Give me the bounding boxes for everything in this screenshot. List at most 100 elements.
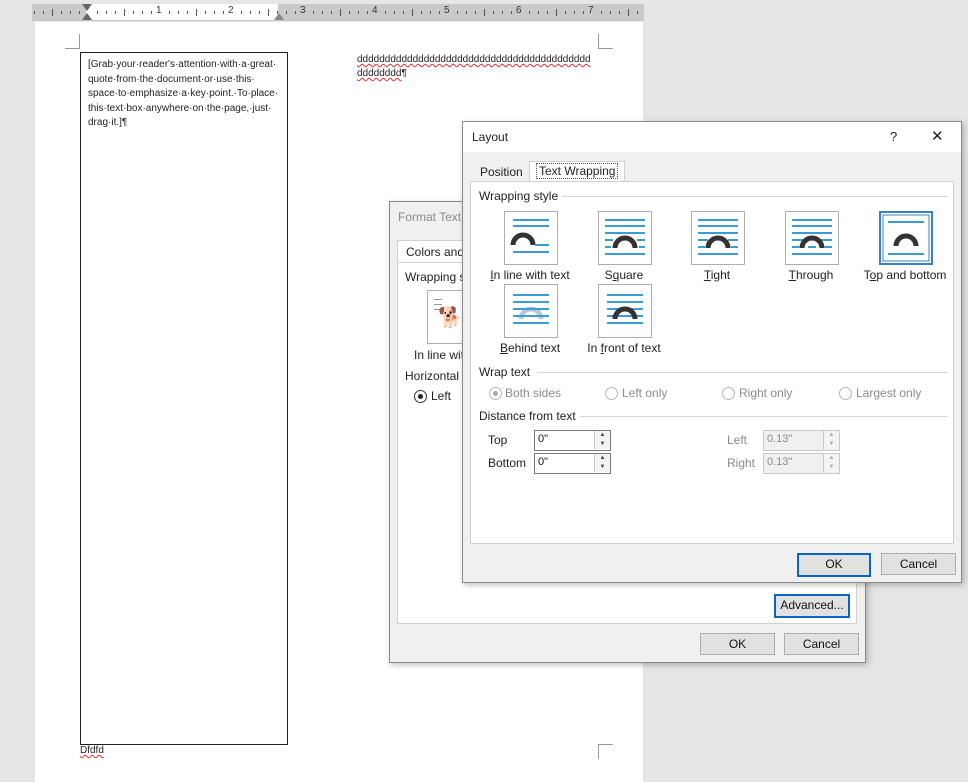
- group-divider: [577, 416, 947, 417]
- inline-wrap-icon: [510, 219, 549, 253]
- largest-only-radio[interactable]: [839, 387, 852, 400]
- wrap-through-label: Through: [788, 268, 834, 282]
- bottom-distance-spinner[interactable]: 0" ▲ ▼: [534, 453, 611, 474]
- wrap-inline-option[interactable]: [504, 211, 558, 265]
- ruler-tick: [601, 11, 602, 14]
- right-indent-marker[interactable]: [274, 13, 284, 20]
- top-distance-value[interactable]: 0": [538, 433, 548, 445]
- ruler-tick: [457, 11, 458, 14]
- ruler-tick: [61, 11, 62, 14]
- tab-colors-and-lines[interactable]: Colors and: [398, 242, 473, 263]
- ruler-number: 7: [588, 5, 594, 16]
- wrapping-style-label: Wrapping s: [405, 270, 466, 284]
- ruler-number: 3: [300, 5, 306, 16]
- ruler-tick: [124, 9, 125, 16]
- cancel-button[interactable]: Cancel: [784, 633, 859, 655]
- ruler-tick: [214, 11, 215, 14]
- misspelled-word[interactable]: dddddddd: [357, 68, 402, 79]
- ok-button[interactable]: OK: [797, 553, 871, 577]
- first-line-indent-marker[interactable]: [82, 4, 92, 11]
- left-distance-value[interactable]: 0.13": [767, 433, 792, 445]
- ruler-tick: [466, 11, 467, 14]
- ruler-tick: [583, 11, 584, 14]
- ruler-tick: [151, 11, 152, 14]
- spin-down-icon[interactable]: ▼: [823, 440, 839, 449]
- spin-up-icon[interactable]: ▲: [823, 454, 839, 463]
- spin-up-icon[interactable]: ▲: [823, 431, 839, 440]
- document-footer-line[interactable]: Dfdfd: [80, 745, 104, 756]
- dialog-title: Format Text: [398, 210, 462, 224]
- wrap-top-and-bottom-label: Top and bottom: [863, 268, 947, 282]
- right-only-radio[interactable]: [722, 387, 735, 400]
- cancel-button[interactable]: Cancel: [881, 553, 956, 575]
- ruler-tick: [511, 11, 512, 14]
- wrap-top-and-bottom-option[interactable]: [879, 211, 933, 265]
- ruler-tick: [484, 9, 485, 16]
- ruler-tick: [115, 11, 116, 14]
- ruler-tick: [529, 11, 530, 14]
- ruler-tick: [196, 9, 197, 16]
- pull-quote-text-box[interactable]: [Grab·your·reader's·attention·with·a·gre…: [80, 52, 288, 745]
- wrap-behind-text-option[interactable]: [504, 284, 558, 338]
- spin-down-icon[interactable]: ▼: [594, 463, 610, 472]
- left-distance-label: Left: [727, 433, 748, 447]
- bottom-distance-value[interactable]: 0": [538, 456, 548, 468]
- inline-wrap-label: In line wit: [414, 348, 465, 362]
- both-sides-label: Both sides: [505, 386, 562, 400]
- ruler-tick: [331, 11, 332, 14]
- group-divider: [551, 196, 947, 197]
- ruler-tick: [187, 11, 188, 14]
- ruler-tick: [286, 11, 287, 14]
- horizontal-alignment-label: Horizontal: [405, 369, 460, 383]
- ruler-left-margin: [32, 4, 86, 20]
- horizontal-ruler[interactable]: 1 2 3 4 5 6 7: [32, 4, 644, 21]
- misspelled-word[interactable]: dddddddddddddddddddddddddddddddddddddddd…: [357, 54, 591, 65]
- ok-button[interactable]: OK: [700, 633, 775, 655]
- ruler-tick: [502, 11, 503, 14]
- wrap-tight-label: Tight: [703, 268, 731, 282]
- ruler-tick: [475, 11, 476, 14]
- spin-down-icon[interactable]: ▼: [823, 463, 839, 472]
- top-distance-spinner[interactable]: 0" ▲ ▼: [534, 430, 611, 451]
- ruler-number: 2: [228, 5, 234, 16]
- document-line-2[interactable]: dddddddd¶: [357, 68, 407, 79]
- wrap-square-label: Square: [604, 268, 644, 282]
- layout-dialog[interactable]: Layout ? ✕ Position Text Wrapping Wrappi…: [462, 121, 962, 583]
- help-icon[interactable]: ?: [890, 129, 897, 144]
- ruler-tick: [430, 11, 431, 14]
- wrap-through-option[interactable]: [785, 211, 839, 265]
- wrap-tight-option[interactable]: [691, 211, 745, 265]
- wrap-behind-text-label: Behind text: [499, 341, 561, 355]
- spin-down-icon[interactable]: ▼: [594, 440, 610, 449]
- document-line-1[interactable]: dddddddddddddddddddddddddddddddddddddddd…: [357, 54, 591, 65]
- tab-position[interactable]: Position: [474, 163, 529, 181]
- close-icon[interactable]: ✕: [931, 127, 944, 145]
- wrap-square-option[interactable]: [598, 211, 652, 265]
- right-distance-spinner[interactable]: 0.13" ▲ ▼: [763, 453, 840, 474]
- spin-up-icon[interactable]: ▲: [594, 454, 610, 463]
- hanging-indent-marker[interactable]: [82, 13, 92, 20]
- text-wrapping-panel: Wrapping style In line with text Square …: [470, 181, 954, 544]
- spin-up-icon[interactable]: ▲: [594, 431, 610, 440]
- ruler-tick: [295, 11, 296, 14]
- text-box-content[interactable]: [Grab·your·reader's·attention·with·a·gre…: [81, 53, 287, 136]
- ruler-tick: [385, 11, 386, 14]
- both-sides-radio[interactable]: [489, 387, 502, 400]
- left-radio-label: Left: [431, 389, 452, 403]
- ruler-tick: [259, 11, 260, 14]
- title-bar[interactable]: [463, 122, 961, 152]
- tab-text-wrapping[interactable]: Text Wrapping: [529, 161, 626, 182]
- advanced-button[interactable]: Advanced...: [774, 594, 850, 618]
- ruler-tick: [574, 11, 575, 14]
- misspelled-word[interactable]: Dfdfd: [80, 745, 104, 756]
- right-distance-value[interactable]: 0.13": [767, 456, 792, 468]
- top-and-bottom-wrap-icon: [882, 214, 930, 262]
- ruler-tick: [421, 11, 422, 14]
- ruler-tick: [358, 11, 359, 14]
- left-only-radio[interactable]: [605, 387, 618, 400]
- left-radio[interactable]: [414, 390, 427, 403]
- left-distance-spinner[interactable]: 0.13" ▲ ▼: [763, 430, 840, 451]
- wrap-in-front-of-text-option[interactable]: [598, 284, 652, 338]
- ruler-tick: [241, 11, 242, 14]
- ruler-tick: [70, 11, 71, 14]
